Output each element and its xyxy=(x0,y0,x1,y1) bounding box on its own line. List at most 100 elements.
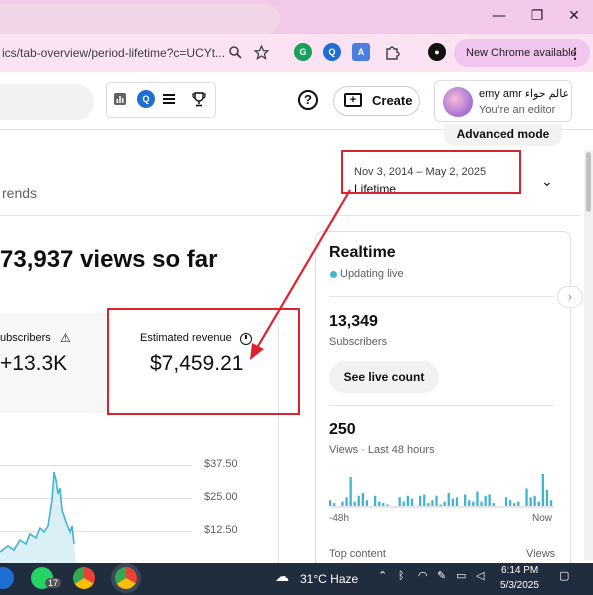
realtime-bar[interactable] xyxy=(472,501,475,506)
weather-text[interactable]: 31°C Haze xyxy=(300,572,358,586)
profile-icon[interactable]: ● xyxy=(428,43,446,61)
chevron-down-icon[interactable]: ⌄ xyxy=(541,174,553,190)
restore-icon[interactable]: ❐ xyxy=(526,6,548,26)
realtime-bar[interactable] xyxy=(345,497,348,506)
realtime-bar[interactable] xyxy=(443,501,446,506)
realtime-bar[interactable] xyxy=(492,503,495,506)
realtime-bar[interactable] xyxy=(464,494,467,506)
bookmark-star-icon[interactable] xyxy=(252,43,270,61)
realtime-bar[interactable] xyxy=(545,490,549,506)
realtime-bar[interactable] xyxy=(423,494,426,506)
realtime-bar[interactable] xyxy=(349,476,352,506)
realtime-bar[interactable] xyxy=(509,500,512,506)
views-column-label: Views xyxy=(526,548,556,560)
realtime-bar[interactable] xyxy=(333,503,336,506)
chevron-right-icon[interactable]: › xyxy=(557,286,583,308)
address-url[interactable]: ics/tab-overview/period-lifetime?c=UCYt.… xyxy=(2,46,225,60)
realtime-bar[interactable] xyxy=(447,492,450,506)
chrome-update-button[interactable]: New Chrome available ⋮ xyxy=(454,39,590,67)
tab-trends[interactable]: rends xyxy=(2,185,37,201)
realtime-bar[interactable] xyxy=(476,491,479,507)
views-headline: 73,937 views so far xyxy=(0,246,218,273)
translate-extension-icon[interactable]: A xyxy=(352,43,370,61)
y-tick-label: $25.00 xyxy=(204,491,238,503)
realtime-bar[interactable] xyxy=(537,501,540,506)
period-highlight-box xyxy=(341,150,521,194)
realtime-bar[interactable] xyxy=(451,498,454,506)
realtime-bar[interactable] xyxy=(431,500,434,506)
realtime-bar[interactable] xyxy=(488,494,491,506)
pen-icon[interactable]: ✎ xyxy=(437,569,446,582)
account-switcher[interactable]: emy amr عالم حواء You're an editor xyxy=(434,80,572,122)
chrome-icon[interactable] xyxy=(73,567,95,589)
realtime-bar[interactable] xyxy=(374,495,377,506)
warning-icon: ⚠ xyxy=(60,331,71,345)
realtime-bar[interactable] xyxy=(361,492,364,506)
minimize-icon[interactable]: — xyxy=(488,6,510,26)
help-button[interactable]: ? xyxy=(298,90,318,110)
menu-lines-icon[interactable] xyxy=(160,90,178,108)
realtime-bar[interactable] xyxy=(484,495,487,506)
realtime-bar[interactable] xyxy=(455,497,459,506)
realtime-bar[interactable] xyxy=(504,497,508,506)
wifi-icon[interactable]: ◠ xyxy=(418,569,428,582)
volume-icon[interactable]: ◁ xyxy=(476,569,484,582)
realtime-bar[interactable] xyxy=(406,495,409,506)
realtime-bar[interactable] xyxy=(529,497,532,506)
realtime-bar[interactable] xyxy=(329,500,332,506)
realtime-bar[interactable] xyxy=(386,504,389,507)
bar-chart-icon[interactable] xyxy=(111,90,129,108)
realtime-bar[interactable] xyxy=(410,498,414,506)
account-name: emy amr عالم حواء xyxy=(479,88,570,100)
extensions-puzzle-icon[interactable] xyxy=(383,43,401,61)
advanced-mode-button[interactable]: Advanced mode xyxy=(444,124,562,146)
realtime-bar[interactable] xyxy=(341,501,344,506)
realtime-bar[interactable] xyxy=(439,504,442,507)
close-icon[interactable]: ✕ xyxy=(563,6,585,26)
subscribers-value: +13.3K xyxy=(0,352,68,375)
realtime-bar[interactable] xyxy=(427,503,430,506)
realtime-bar[interactable] xyxy=(365,500,369,506)
clock-time[interactable]: 6:14 PM xyxy=(501,565,538,576)
clock-date[interactable]: 5/3/2025 xyxy=(500,580,539,591)
realtime-bar[interactable] xyxy=(357,495,360,506)
chevron-up-icon[interactable]: ⌃ xyxy=(378,569,387,582)
trophy-icon[interactable] xyxy=(190,90,208,108)
scrollbar-thumb[interactable] xyxy=(586,152,591,212)
notification-badge: 17 xyxy=(45,578,62,588)
notification-icon[interactable]: ▢ xyxy=(559,569,569,582)
realtime-bar[interactable] xyxy=(378,501,381,506)
realtime-bar[interactable] xyxy=(435,495,438,506)
bluetooth-icon[interactable]: ᛒ xyxy=(398,569,405,582)
chrome-active-icon[interactable] xyxy=(115,567,137,589)
realtime-bar[interactable] xyxy=(468,500,471,506)
studio-search-input[interactable] xyxy=(0,84,94,120)
zoom-icon[interactable] xyxy=(226,43,244,61)
realtime-bar[interactable] xyxy=(398,497,401,506)
see-live-count-button[interactable]: See live count xyxy=(329,361,439,393)
axis-end-label: Now xyxy=(532,513,553,524)
battery-icon[interactable]: ▭ xyxy=(456,569,466,582)
realtime-bar[interactable] xyxy=(525,488,528,507)
create-button[interactable]: + Create xyxy=(333,86,420,116)
more-menu-icon[interactable]: ⋮ xyxy=(568,39,582,67)
realtime-views-count: 250 xyxy=(329,421,356,438)
grammarly-extension-icon[interactable]: G xyxy=(294,43,312,61)
realtime-bar[interactable] xyxy=(402,501,405,506)
realtime-bar[interactable] xyxy=(480,501,483,506)
divider xyxy=(329,405,554,406)
realtime-bar[interactable] xyxy=(382,503,385,506)
realtime-bar[interactable] xyxy=(541,474,544,506)
top-content-label: Top content xyxy=(329,548,386,560)
realtime-bar[interactable] xyxy=(533,495,536,506)
y-tick-label: $12.50 xyxy=(204,524,238,536)
realtime-bar[interactable] xyxy=(513,503,516,506)
vidiq-icon[interactable]: Q xyxy=(137,90,155,108)
realtime-bar[interactable] xyxy=(419,495,422,506)
realtime-bar[interactable] xyxy=(517,501,520,506)
address-bar[interactable] xyxy=(0,4,280,34)
realtime-bar[interactable] xyxy=(353,501,356,506)
extension-q-icon[interactable]: Q xyxy=(323,43,341,61)
realtime-bar[interactable] xyxy=(549,500,553,506)
axis-start-label: -48h xyxy=(329,513,350,524)
